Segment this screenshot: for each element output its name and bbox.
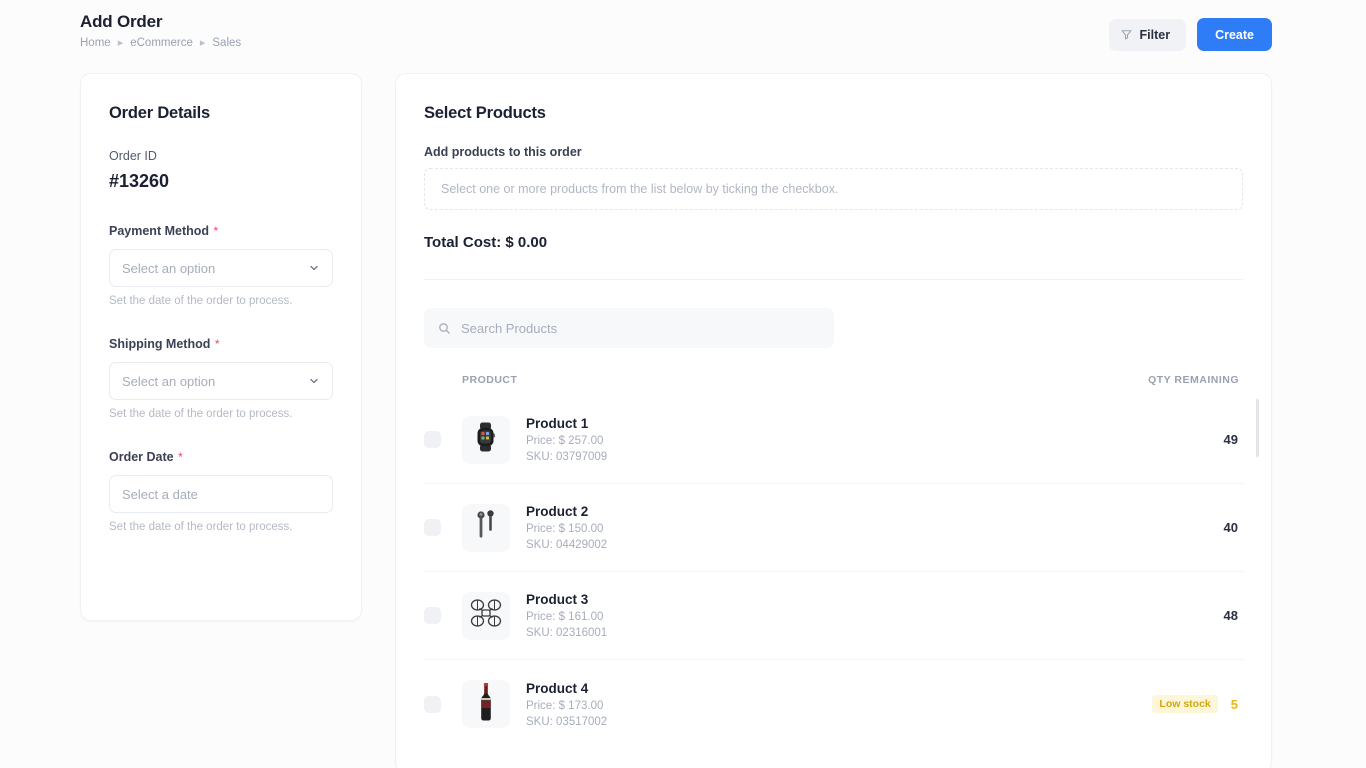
breadcrumb-item-home[interactable]: Home (80, 37, 111, 49)
product-price: Price: $ 257.00 (526, 435, 604, 447)
order-date-label-row: Order Date * (109, 448, 333, 466)
payment-method-helper: Set the date of the order to process. (109, 295, 293, 307)
product-name: Product 4 (526, 680, 589, 696)
breadcrumb-separator-icon: ▸ (199, 36, 206, 49)
column-header-product: PRODUCT (462, 374, 518, 386)
wine-bottle-icon (478, 682, 494, 727)
shipping-method-label: Shipping Method (109, 337, 211, 351)
filter-button[interactable]: Filter (1108, 18, 1187, 51)
required-asterisk: * (214, 337, 220, 351)
divider (424, 279, 1243, 280)
product-table-body: Product 1 Price: $ 257.00 SKU: 03797009 … (424, 396, 1259, 748)
filter-label: Filter (1139, 27, 1171, 42)
product-info: Product 2 Price: $ 150.00 SKU: 04429002 (526, 504, 1093, 551)
product-name: Product 1 (526, 416, 589, 431)
funnel-icon (1121, 29, 1132, 40)
shipping-method-helper: Set the date of the order to process. (109, 408, 293, 420)
order-id-group: Order ID #13260 (109, 149, 333, 192)
product-price: Price: $ 150.00 (526, 523, 604, 535)
order-details-card: Order Details Order ID #13260 Payment Me… (80, 73, 362, 621)
product-qty: 48 (1223, 608, 1238, 623)
search-products-field[interactable] (424, 308, 834, 348)
product-qty-cell: 48 (1093, 608, 1243, 623)
product-name: Product 3 (526, 592, 589, 607)
product-thumbnail (462, 415, 510, 464)
earbuds-icon (471, 508, 501, 547)
order-id-value: #13260 (109, 171, 170, 191)
drone-icon (469, 597, 503, 634)
product-qty-cell: Low stock 5 (1093, 695, 1243, 713)
order-id-label: Order ID (109, 149, 157, 163)
product-checkbox[interactable] (424, 695, 441, 713)
product-price: Price: $ 173.00 (526, 699, 604, 712)
product-dropzone[interactable]: Select one or more products from the lis… (424, 168, 1243, 210)
shipping-method-label-row: Shipping Method * (109, 335, 333, 353)
column-header-qty-remaining: QTY REMAINING (1148, 374, 1239, 386)
page-root: Add Order Home ▸ eCommerce ▸ Sales Filte… (0, 0, 1366, 768)
top-actions: Filter Create (1108, 18, 1272, 51)
breadcrumb: Home ▸ eCommerce ▸ Sales (80, 37, 241, 49)
shipping-method-select[interactable]: Select an option (109, 362, 333, 400)
product-dropzone-text: Select one or more products from the lis… (441, 182, 839, 196)
order-details-title: Order Details (109, 104, 211, 122)
chevron-down-icon (308, 375, 320, 387)
product-sku: SKU: 04429002 (526, 539, 608, 551)
field-order-date: Order Date * Select a date Set the date … (109, 448, 333, 533)
product-info: Product 3 Price: $ 161.00 SKU: 02316001 (526, 592, 1093, 639)
shipping-method-value: Select an option (122, 373, 216, 389)
create-button[interactable]: Create (1197, 18, 1272, 51)
product-thumbnail (462, 591, 510, 640)
required-asterisk: * (178, 450, 183, 464)
required-asterisk: * (213, 224, 219, 238)
product-sku: SKU: 03797009 (526, 451, 608, 463)
field-payment-method: Payment Method * Select an option Set th… (109, 222, 333, 307)
smartwatch-icon (471, 421, 501, 458)
table-row[interactable]: Product 4 Price: $ 173.00 SKU: 03517002 … (424, 660, 1243, 748)
field-shipping-method: Shipping Method * Select an option Set t… (109, 335, 333, 420)
table-row[interactable]: Product 2 Price: $ 150.00 SKU: 04429002 … (424, 484, 1243, 572)
product-qty: 49 (1223, 432, 1238, 447)
breadcrumb-separator-icon: ▸ (117, 36, 124, 49)
order-date-value: Select a date (122, 486, 198, 502)
payment-method-select[interactable]: Select an option (109, 249, 333, 287)
chevron-down-icon (308, 262, 320, 274)
select-products-card: Select Products Add products to this ord… (395, 73, 1272, 768)
product-qty: 5 (1230, 696, 1238, 712)
order-date-label: Order Date (109, 450, 174, 464)
top-bar: Add Order Home ▸ eCommerce ▸ Sales Filte… (0, 0, 1366, 62)
payment-method-value: Select an option (122, 260, 216, 276)
payment-method-label: Payment Method (109, 224, 210, 238)
product-info: Product 1 Price: $ 257.00 SKU: 03797009 (526, 416, 1093, 463)
product-qty-cell: 49 (1093, 432, 1243, 447)
product-checkbox[interactable] (424, 519, 441, 536)
product-qty-cell: 40 (1093, 520, 1243, 535)
product-checkbox[interactable] (424, 607, 441, 624)
title-block: Add Order Home ▸ eCommerce ▸ Sales (80, 12, 241, 49)
order-date-helper: Set the date of the order to process. (109, 521, 293, 533)
product-thumbnail (462, 503, 510, 552)
search-input[interactable] (461, 320, 820, 336)
order-date-input[interactable]: Select a date (109, 475, 333, 513)
product-list-scrollbar-thumb[interactable] (1256, 399, 1259, 457)
product-name: Product 2 (526, 504, 589, 519)
breadcrumb-item-ecommerce[interactable]: eCommerce (130, 37, 193, 49)
table-row[interactable]: Product 1 Price: $ 257.00 SKU: 03797009 … (424, 396, 1243, 484)
product-thumbnail (462, 680, 510, 728)
total-cost: Total Cost: $ 0.00 (424, 234, 548, 251)
payment-method-label-row: Payment Method * (109, 222, 333, 240)
page-title: Add Order (80, 12, 163, 31)
table-row[interactable]: Product 3 Price: $ 161.00 SKU: 02316001 … (424, 572, 1243, 660)
select-products-title: Select Products (424, 104, 546, 122)
product-qty: 40 (1223, 520, 1238, 535)
search-icon (438, 322, 451, 335)
product-price: Price: $ 161.00 (526, 611, 604, 623)
breadcrumb-item-sales[interactable]: Sales (212, 37, 241, 49)
product-table-header: PRODUCT QTY REMAINING (424, 374, 1243, 386)
product-info: Product 4 Price: $ 173.00 SKU: 03517002 (526, 681, 1093, 728)
product-checkbox[interactable] (424, 431, 441, 448)
add-products-label: Add products to this order (424, 145, 582, 159)
status-badge: Low stock (1152, 695, 1218, 713)
product-sku: SKU: 03517002 (526, 715, 608, 728)
product-sku: SKU: 02316001 (526, 627, 608, 639)
